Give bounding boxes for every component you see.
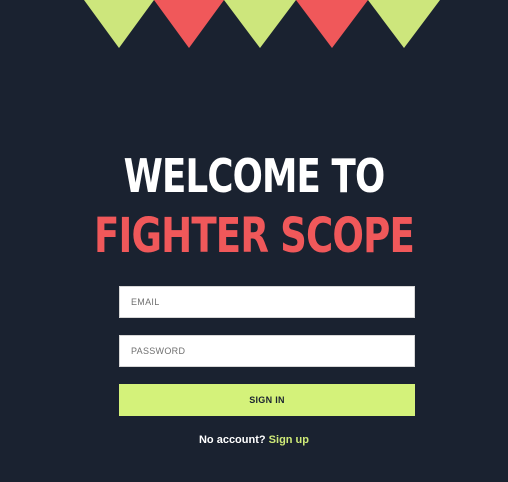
signup-prompt-row: No account? Sign up: [0, 434, 508, 446]
app-name-heading: FIGHTER SCOPE: [94, 208, 415, 264]
sign-in-button[interactable]: SIGN IN: [119, 384, 415, 416]
no-account-text: No account?: [198, 434, 266, 446]
sign-up-link[interactable]: Sign up: [269, 434, 309, 446]
pennant-flag: [368, 0, 440, 48]
pennant-flag: [154, 0, 224, 48]
password-input[interactable]: [119, 335, 415, 367]
pennant-flag: [296, 0, 368, 48]
welcome-heading: WELCOME TO: [123, 149, 386, 203]
pennant-flag: [84, 0, 154, 48]
pennant-flag: [224, 0, 296, 48]
bunting-decoration: [84, 0, 440, 48]
email-input[interactable]: [119, 286, 415, 318]
